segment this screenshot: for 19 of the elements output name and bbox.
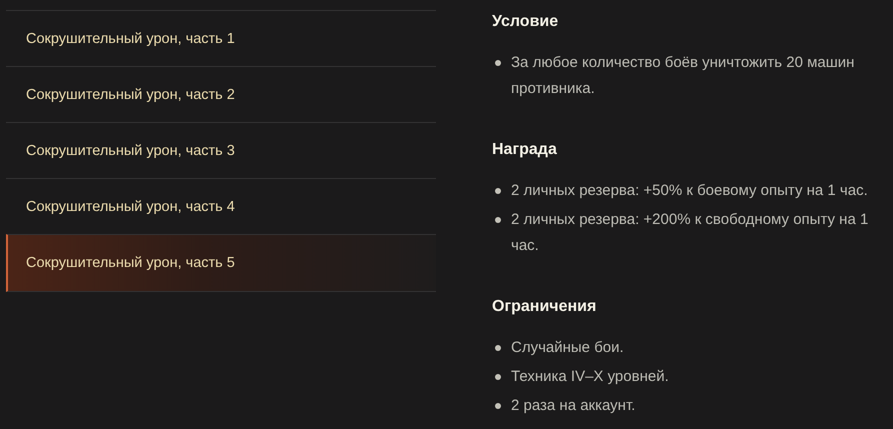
section-heading: Награда (492, 140, 558, 160)
bullet-icon (495, 60, 501, 66)
bullet-icon (495, 345, 501, 351)
quest-part-tab[interactable]: Сокрушительный урон, часть 5 (6, 234, 436, 292)
section-heading: Условие (492, 12, 560, 32)
section-heading: Ограничения (492, 297, 598, 317)
quest-part-tab[interactable]: Сокрушительный урон, часть 2 (6, 66, 436, 122)
list-text: За любое количество боёв уничтожить 20 машин противника. (511, 53, 856, 99)
list-text: 2 личных резерва: +50% к боевому опыту на 1 час. (511, 181, 868, 201)
list-text: 2 раза на аккаунт. (511, 396, 636, 416)
quest-part-tab[interactable]: Сокрушительный урон, часть 3 (6, 122, 436, 178)
list-text: 2 личных резерва: +200% к свободному опыту на 1 час. (511, 210, 870, 256)
bullet-icon (495, 403, 501, 409)
list-text: Случайные бои. (511, 338, 624, 358)
bullet-icon (495, 217, 501, 223)
list-text: Техника IV–X уровней. (511, 367, 669, 387)
bullet-icon (495, 188, 501, 194)
bullet-icon (495, 374, 501, 380)
quest-part-tab[interactable]: Сокрушительный урон, часть 1 (6, 10, 436, 66)
